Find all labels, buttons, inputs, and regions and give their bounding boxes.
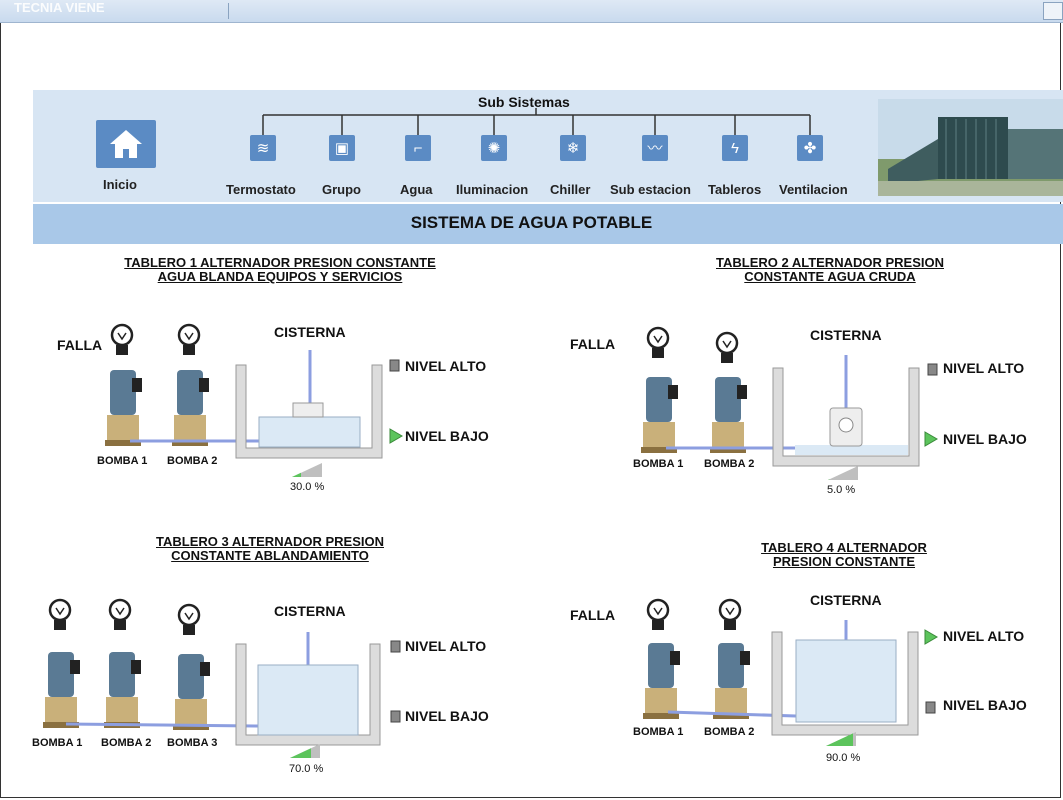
pump-icon (713, 643, 750, 719)
bulb-icon (646, 598, 670, 630)
panel-4-falla-label: FALLA (570, 607, 616, 623)
panel-4-diagram (643, 598, 938, 746)
panel-4-nivel-bajo-label: NIVEL BAJO (943, 697, 1027, 713)
pump-icon (643, 643, 680, 719)
panel-4-pump-2-label: BOMBA 2 (704, 726, 755, 738)
panel-4-cisterna-label: CISTERNA (810, 592, 882, 608)
panel-4-level-percent: 90.0 % (826, 752, 861, 764)
bulb-icon (718, 598, 742, 630)
panel-4-pump-1-label: BOMBA 1 (633, 726, 684, 738)
panel-4-nivel-alto-label: NIVEL ALTO (943, 628, 1025, 644)
